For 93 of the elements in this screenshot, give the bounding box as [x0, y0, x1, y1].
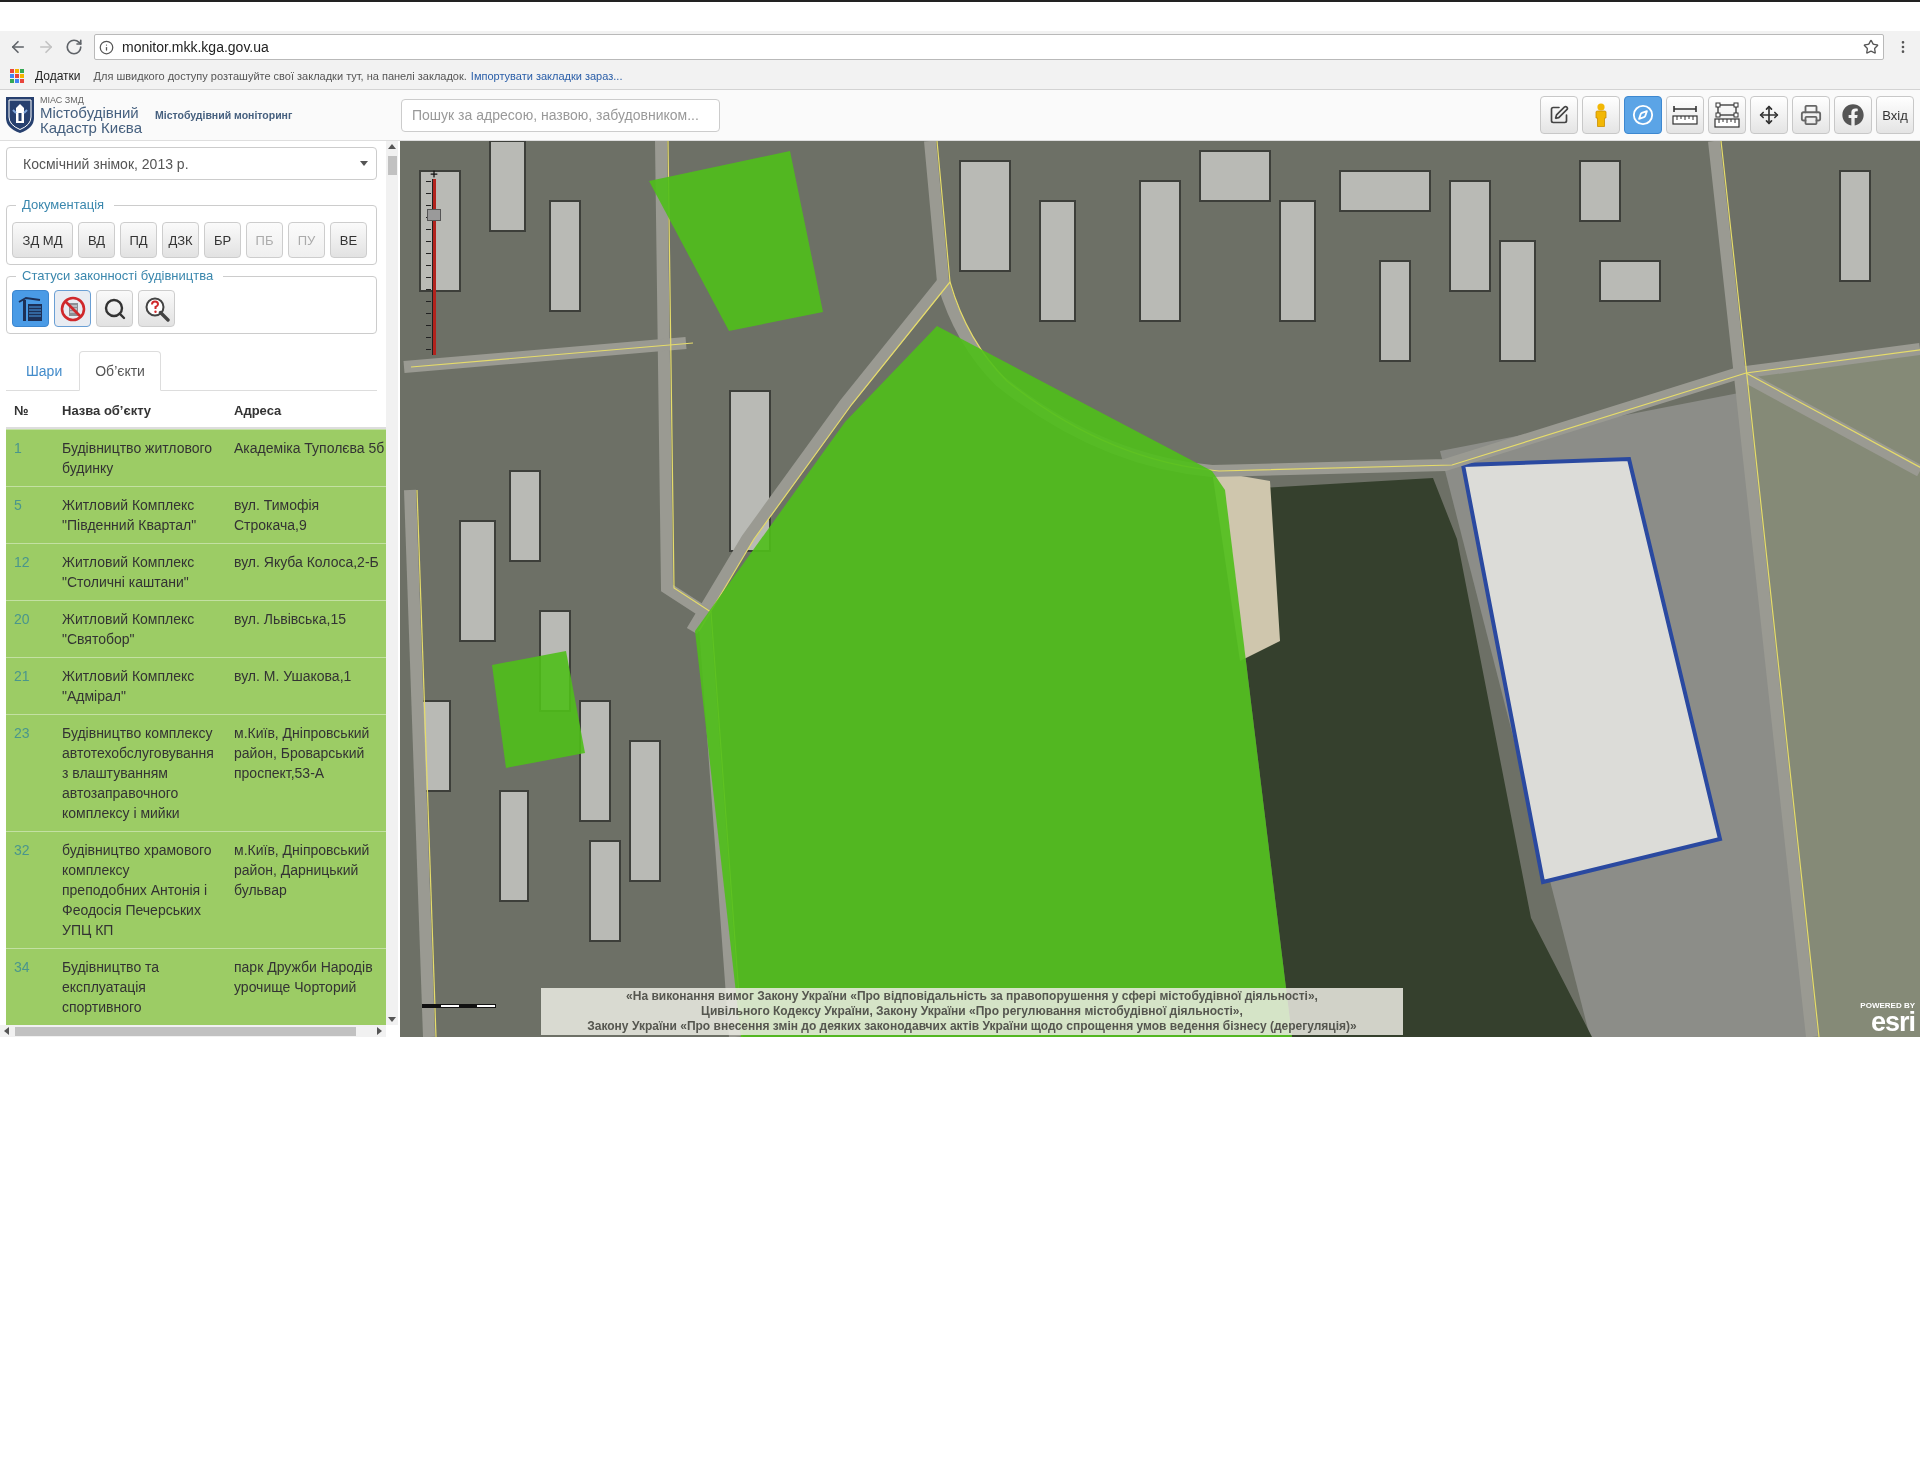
zoom-in-icon[interactable] — [429, 169, 439, 179]
table-cell-text: Академіка Туполєва 5б — [234, 439, 386, 458]
search-field[interactable]: Пошук за адресою, назвою, забудовником... — [401, 98, 720, 132]
url-text: monitor.mkk.kga.gov.ua — [122, 39, 269, 55]
document-filter-button[interactable]: ВД — [78, 222, 115, 258]
table-cell-text: Будівництво та експлуатація спортивного — [62, 958, 161, 1017]
section-legend: Документація — [16, 197, 115, 213]
table-cell-text: Будівництво житлового будинку — [62, 439, 214, 478]
info-icon[interactable] — [99, 39, 114, 55]
table-cell-text: м.Київ, Дніпровський район, Дарницький бульвар — [234, 841, 371, 900]
apps-label[interactable]: Додатки — [35, 69, 81, 83]
scrollbar-thumb[interactable] — [15, 1026, 356, 1036]
table-cell-text: парк Дружби Народів урочище Чорторий — [234, 958, 374, 997]
column-header: Назва об’єкту — [62, 402, 152, 418]
building-filter-button[interactable] — [12, 290, 49, 327]
prohibited-building-icon — [59, 295, 86, 322]
pan-button[interactable] — [1750, 96, 1788, 134]
document-filter-button[interactable]: ЗД МД — [12, 222, 73, 258]
compass-icon — [1632, 104, 1654, 126]
column-header: Адреса — [234, 402, 282, 418]
horizontal-scrollbar[interactable] — [0, 1025, 386, 1037]
column-header: № — [13, 402, 29, 418]
scrollbar-thumb[interactable] — [387, 156, 397, 175]
facebook-icon — [1842, 104, 1864, 126]
table-row[interactable]: 32 будівництво храмового комплексу преподобних Антонія і Феодосія Печерських УПЦ КП м.Київ, Дніпровський район, Дарницький бульвар — [6, 831, 386, 948]
table-cell-text: вул. Якуба Колоса,2-Б — [234, 553, 380, 572]
esri-logo: esri — [1870, 1010, 1915, 1034]
table-cell-text: вул. Тимофія Строкача,9 — [234, 496, 321, 535]
address-bar[interactable]: monitor.mkk.kga.gov.ua — [94, 34, 1884, 60]
area-measure-icon — [1714, 102, 1740, 128]
table-cell-text: вул. М. Ушакова,1 — [234, 667, 353, 686]
print-button[interactable] — [1792, 96, 1830, 134]
legal-notice: «На виконання вимог Закону України «Про відповідальність за правопорушення у сфері містобудівної діяльності», Цивільного Кодексу України, Закону України «Про регулювання містобудівної діяльності», Закону України «Про внесення змін до деяких законодавчих актів України щодо спрощення умов ведення бізнесу (дерегуляція)» — [541, 988, 1403, 1035]
table-cell-text: Житловий Комплекс "Південний Квартал" — [62, 496, 198, 535]
section-legend: Статуси законності будівництва — [16, 268, 224, 284]
search-help-button[interactable] — [138, 290, 175, 327]
table-row[interactable]: 23 Будівництво комплексу автотехобслуговування з влаштуванням автозаправочного комплексу і мийки м.Київ, Дніпровський район, Броварський проспект,53-А — [6, 714, 386, 831]
vertical-scrollbar[interactable] — [386, 141, 398, 1025]
document-filter-button[interactable]: ДЗК — [162, 222, 199, 258]
scroll-up-icon[interactable] — [388, 144, 396, 149]
powered-by-text: POWERED BY — [1860, 1001, 1915, 1010]
building-crane-icon — [17, 295, 44, 322]
logo-title: Кадастр Києва — [40, 120, 142, 135]
dropdown-caret-icon[interactable] — [360, 161, 368, 166]
area-measure-button[interactable] — [1708, 96, 1746, 134]
apps-grid-icon[interactable] — [10, 69, 24, 83]
scroll-right-icon[interactable] — [377, 1027, 382, 1035]
bookmark-star-icon[interactable] — [1863, 39, 1879, 55]
edit-button[interactable] — [1540, 96, 1578, 134]
table-cell-text: Будівництво комплексу автотехобслуговування з влаштуванням автозаправочного комплексу і мийки — [62, 724, 215, 823]
table-cell-text: Житловий Комплекс "Святобор" — [62, 610, 196, 649]
basemap-select[interactable]: Космічний знімок, 2013 р. — [6, 147, 377, 180]
ruler-icon — [1672, 104, 1698, 126]
table-row[interactable]: 20 Житловий Комплекс "Святобор" вул. Львівська,15 — [6, 600, 386, 657]
scroll-down-icon[interactable] — [388, 1017, 396, 1022]
prohibited-building-button[interactable] — [54, 290, 91, 327]
table-cell-text: вул. Львівська,15 — [234, 610, 348, 629]
printer-icon — [1800, 104, 1822, 126]
back-icon[interactable] — [9, 38, 27, 56]
city-shield-logo — [5, 96, 35, 134]
search-icon — [102, 296, 127, 321]
move-arrows-icon — [1759, 105, 1779, 125]
tab[interactable]: Об’єкти — [79, 351, 161, 391]
logo-caption: МІАС ЗМД — [40, 95, 85, 105]
table-cell-text: м.Київ, Дніпровський район, Броварський проспект,53-А — [234, 724, 371, 783]
document-filter-button[interactable]: ПД — [120, 222, 157, 258]
import-bookmarks-link[interactable]: Імпортувати закладки зараз... — [470, 70, 623, 82]
table-row[interactable]: 1 Будівництво житлового будинку Академіка Туполєва 5б — [6, 429, 386, 486]
edit-icon — [1549, 105, 1569, 125]
login-button[interactable]: Вхід — [1876, 96, 1914, 134]
map-zoom-slider[interactable] — [426, 169, 442, 355]
table-row[interactable]: 5 Житловий Комплекс "Південний Квартал" вул. Тимофія Строкача,9 — [6, 486, 386, 543]
reload-icon[interactable] — [65, 38, 83, 56]
search-question-icon — [143, 295, 170, 322]
ruler-button[interactable] — [1666, 96, 1704, 134]
pegman-icon — [1594, 103, 1608, 127]
document-filter-button[interactable]: БР — [204, 222, 241, 258]
table-row[interactable]: 12 Житловий Комплекс "Столичні каштани" вул. Якуба Колоса,2-Б — [6, 543, 386, 600]
logo-title: Містобудівний — [40, 105, 140, 120]
compass-button[interactable] — [1624, 96, 1662, 134]
scroll-left-icon[interactable] — [4, 1027, 9, 1035]
facebook-button[interactable] — [1834, 96, 1872, 134]
table-cell-text: будівництво храмового комплексу преподобних Антонія і Феодосія Печерських УПЦ КП — [62, 841, 213, 940]
tab[interactable]: Шари — [10, 351, 79, 391]
table-cell-text: Житловий Комплекс "Адмірал" — [62, 667, 196, 706]
table-row[interactable]: 34 Будівництво та експлуатація спортивного парк Дружби Народів урочище Чорторий — [6, 948, 386, 1025]
app-subtitle: Містобудівний моніторинг — [154, 109, 293, 121]
document-filter-button[interactable]: ВЕ — [330, 222, 367, 258]
table-row[interactable]: 21 Житловий Комплекс "Адмірал" вул. М. Ушакова,1 — [6, 657, 386, 714]
table-cell-text: Житловий Комплекс "Столичні каштани" — [62, 553, 196, 592]
bookmarks-hint: Для швидкого доступу розташуйте свої закладки тут, на панелі закладок. — [93, 70, 467, 82]
select-value: Космічний знімок, 2013 р. — [23, 155, 189, 172]
search-button[interactable] — [96, 290, 133, 327]
